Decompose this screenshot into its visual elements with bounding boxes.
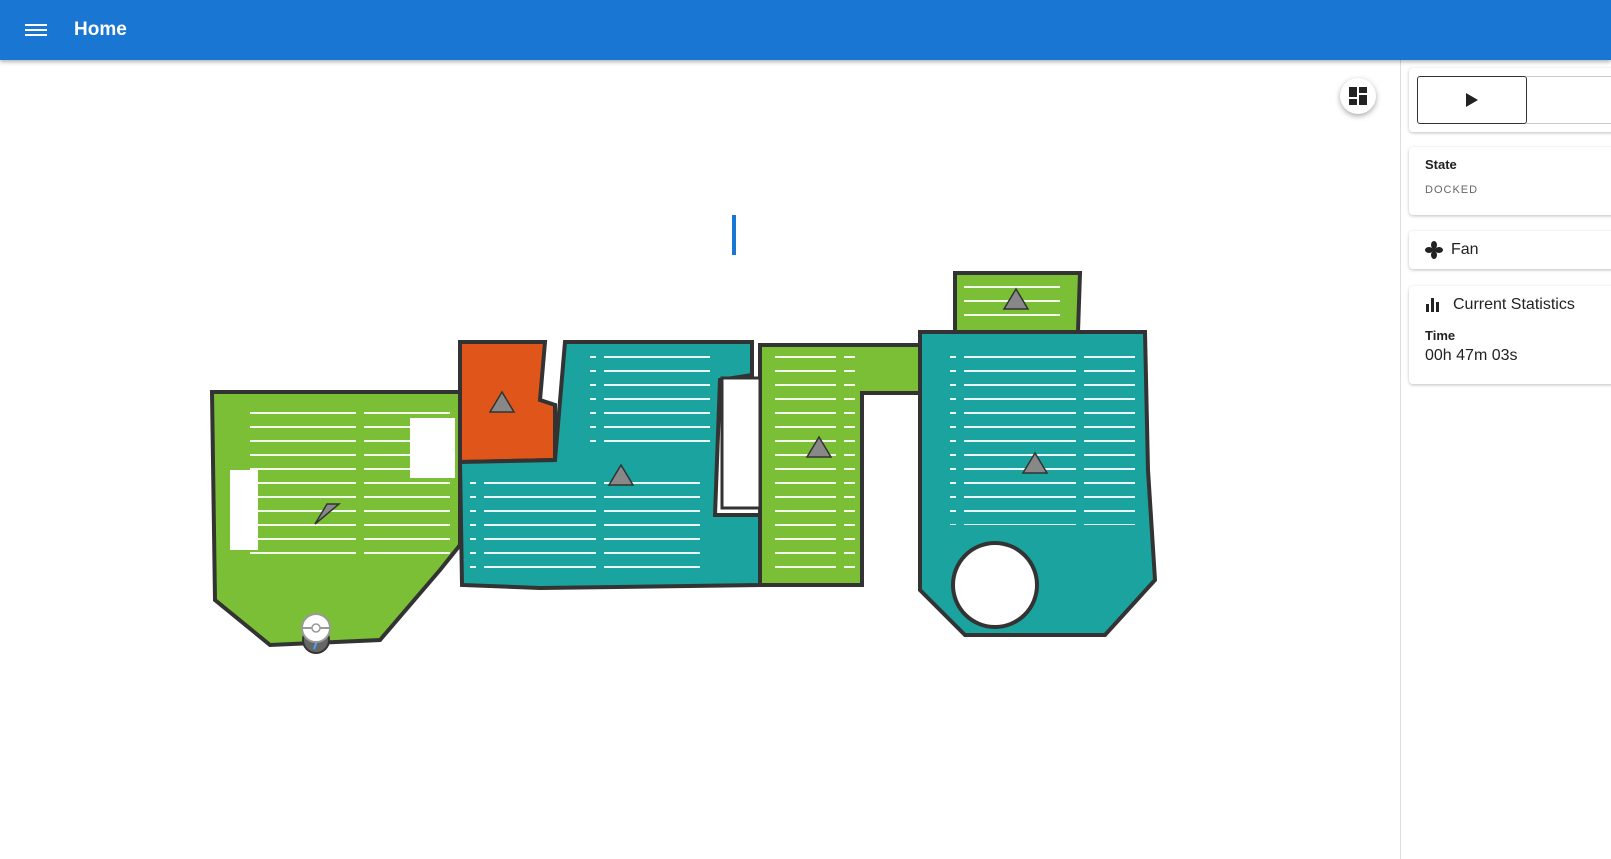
- fan-icon: [1425, 241, 1443, 259]
- controls-card: [1409, 68, 1611, 132]
- state-value: DOCKED: [1425, 184, 1479, 196]
- fan-card[interactable]: Fan: [1409, 231, 1611, 269]
- secondary-control-button[interactable]: [1526, 76, 1611, 124]
- robot-icon: [301, 613, 331, 643]
- statistics-title: Current Statistics: [1453, 296, 1575, 313]
- statistics-card: Current Statistics Time 00h 47m 03s: [1409, 286, 1611, 384]
- time-label: Time: [1425, 328, 1456, 343]
- map-layers-button[interactable]: [1340, 78, 1376, 114]
- state-card: State DOCKED: [1409, 147, 1611, 215]
- vacuum-map[interactable]: [0, 60, 1400, 859]
- time-value: 00h 47m 03s: [1425, 347, 1518, 364]
- page-title: Home: [74, 19, 127, 40]
- bar-chart-icon: [1426, 298, 1439, 312]
- panel-divider: [1400, 60, 1401, 859]
- menu-icon[interactable]: [25, 22, 47, 38]
- play-icon: [1466, 93, 1478, 107]
- state-label: State: [1425, 157, 1457, 172]
- start-button[interactable]: [1417, 76, 1527, 124]
- dashboard-icon: [1349, 87, 1367, 105]
- scan-artifact: [732, 215, 736, 255]
- app-bar: Home: [0, 0, 1611, 60]
- fan-label: Fan: [1451, 241, 1479, 258]
